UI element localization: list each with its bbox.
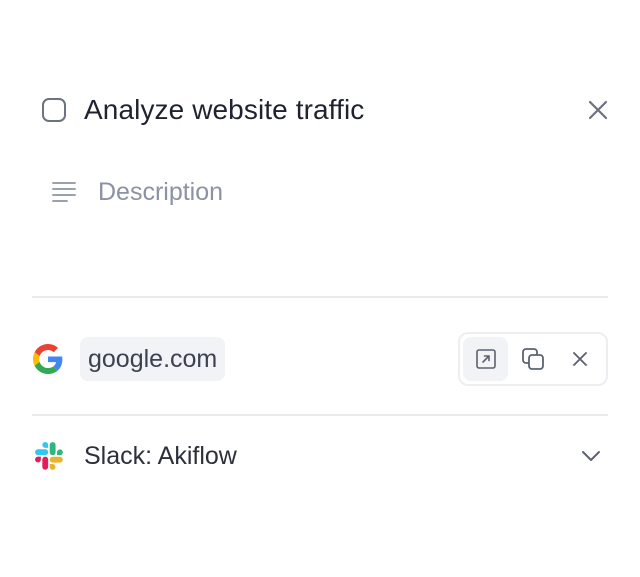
section-divider <box>32 296 608 298</box>
slack-integration-row[interactable]: Slack: Akiflow <box>34 434 608 478</box>
text-lines-icon <box>50 178 78 206</box>
copy-icon <box>522 348 544 370</box>
link-actions <box>458 332 608 386</box>
expand-button[interactable] <box>576 441 606 471</box>
copy-link-button[interactable] <box>510 337 555 381</box>
remove-link-button[interactable] <box>558 337 603 381</box>
open-link-button[interactable] <box>463 337 509 381</box>
task-title[interactable]: Analyze website traffic <box>84 94 583 126</box>
task-header: Analyze website traffic <box>42 90 608 130</box>
close-icon <box>588 100 608 120</box>
slack-icon <box>34 441 64 471</box>
remove-icon <box>573 352 588 366</box>
slack-integration-label: Slack: Akiflow <box>84 441 237 470</box>
section-divider <box>32 414 608 416</box>
google-icon <box>32 343 64 375</box>
link-chip[interactable]: google.com <box>80 337 226 381</box>
description-row <box>50 172 478 212</box>
close-button[interactable] <box>583 95 613 125</box>
link-row: google.com <box>32 332 608 386</box>
chevron-down-icon <box>582 451 600 461</box>
open-external-icon <box>475 349 496 369</box>
description-input[interactable] <box>98 177 478 207</box>
task-complete-checkbox[interactable] <box>42 98 66 122</box>
